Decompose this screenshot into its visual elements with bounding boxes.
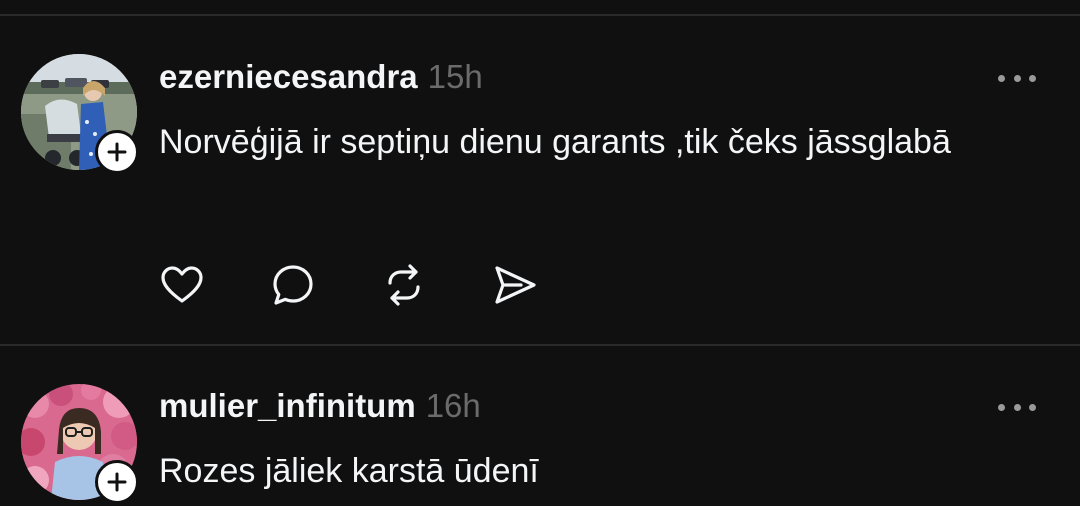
repost-icon bbox=[388, 264, 420, 306]
more-icon[interactable] bbox=[998, 402, 1036, 412]
username[interactable]: mulier_infinitum 16h bbox=[159, 387, 481, 425]
heart-icon bbox=[161, 266, 203, 303]
like-button[interactable] bbox=[159, 262, 205, 308]
send-icon bbox=[495, 266, 536, 304]
share-button[interactable] bbox=[492, 262, 538, 308]
plus-icon bbox=[107, 472, 127, 492]
username-label[interactable]: mulier_infinitum bbox=[159, 387, 416, 424]
post-divider bbox=[0, 344, 1080, 346]
follow-button[interactable] bbox=[95, 460, 139, 504]
avatar[interactable] bbox=[21, 54, 139, 174]
top-divider bbox=[0, 14, 1080, 16]
username-label[interactable]: ezerniecesandra bbox=[159, 58, 418, 95]
avatar[interactable] bbox=[21, 384, 139, 504]
post-time: 16h bbox=[425, 387, 481, 424]
post-text: Norvēģijā ir septiņu dienu garants ,tik … bbox=[159, 123, 951, 161]
post-time: 15h bbox=[427, 58, 483, 95]
post-text: Rozes jāliek karstā ūdenī bbox=[159, 452, 539, 490]
repost-button[interactable] bbox=[381, 262, 427, 308]
plus-icon bbox=[107, 142, 127, 162]
reply-button[interactable] bbox=[270, 262, 316, 308]
follow-button[interactable] bbox=[95, 130, 139, 174]
more-icon[interactable] bbox=[998, 73, 1036, 83]
post-actions bbox=[159, 262, 603, 308]
username[interactable]: ezerniecesandra 15h bbox=[159, 58, 483, 96]
comment-icon bbox=[273, 265, 313, 305]
